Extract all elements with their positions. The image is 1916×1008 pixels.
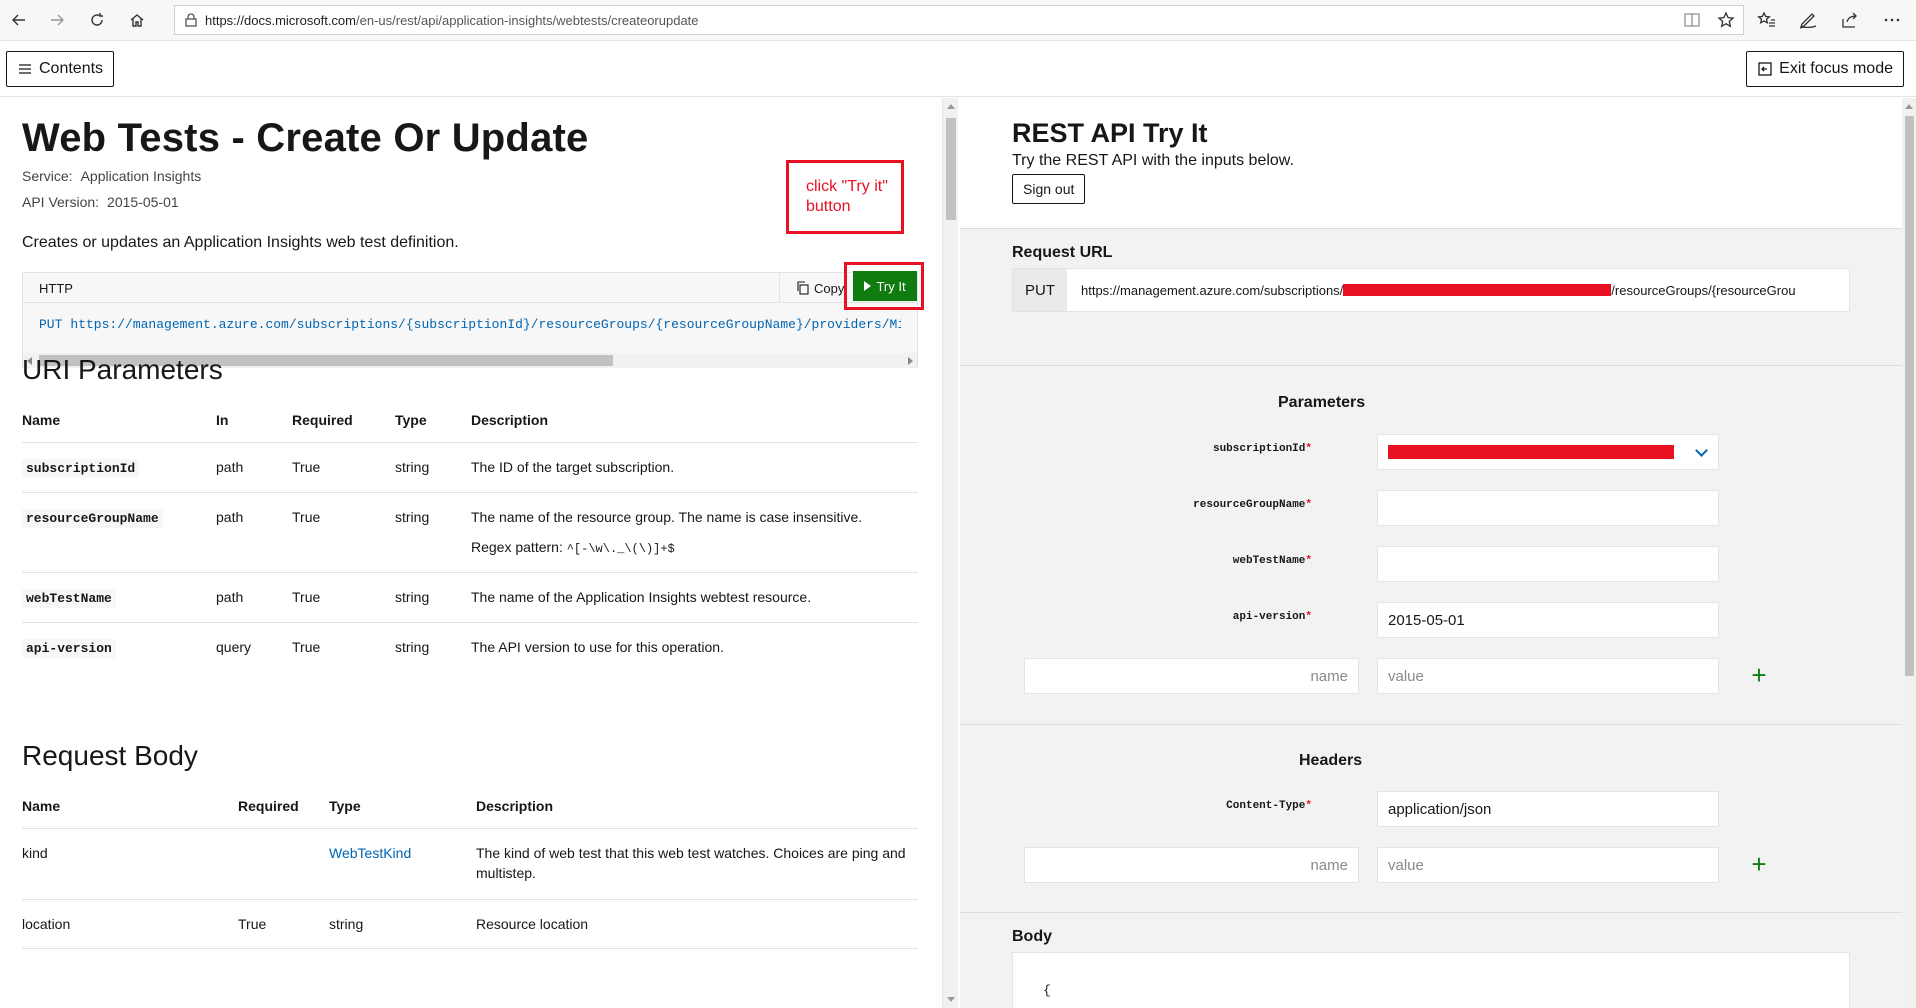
lock-icon	[185, 13, 197, 27]
uri-parameters-table: Name In Required Type Description subscr…	[22, 404, 918, 672]
table-row: kind WebTestKind The kind of web test th…	[22, 828, 918, 900]
add-header-icon[interactable]: +	[1750, 851, 1768, 877]
tryit-title: REST API Try It	[1012, 118, 1208, 148]
left-pane-scrollbar[interactable]	[942, 98, 958, 1008]
refresh-icon[interactable]	[82, 6, 112, 34]
parameters-label: Parameters	[1278, 394, 1366, 411]
url-text: https://docs.microsoft.com/en-us/rest/ap…	[205, 12, 699, 28]
contents-label: Contents	[39, 60, 104, 77]
right-pane-scrollbar[interactable]	[1902, 98, 1916, 1008]
add-parameter-icon[interactable]: +	[1750, 662, 1768, 688]
request-url-label: Request URL	[1012, 244, 1113, 261]
code-language: HTTP	[39, 281, 73, 296]
browser-toolbar: https://docs.microsoft.com/en-us/rest/ap…	[0, 0, 1916, 41]
resourcegroupname-input[interactable]	[1377, 490, 1719, 526]
api-version-input[interactable]: 2015-05-01	[1377, 602, 1719, 638]
table-row: subscriptionId path True string The ID o…	[22, 442, 918, 493]
favorites-list-icon[interactable]	[1756, 10, 1776, 30]
service-meta: Service: Application Insights	[22, 168, 202, 184]
header-value-input[interactable]: value	[1377, 847, 1719, 883]
home-icon[interactable]	[122, 6, 152, 34]
redacted-subscription-value	[1388, 445, 1674, 459]
request-url-field: PUT https://management.azure.com/subscri…	[1012, 268, 1850, 312]
exit-focus-icon	[1758, 62, 1772, 76]
content-type-input[interactable]: application/json	[1377, 791, 1719, 827]
favorite-star-icon[interactable]	[1717, 11, 1735, 29]
param-value-input[interactable]: value	[1377, 658, 1719, 694]
param-label-webtestname: webTestName*	[1232, 555, 1312, 567]
table-header-row: Name In Required Type Description	[22, 404, 918, 443]
table-row: webTestName path True string The name of…	[22, 572, 918, 623]
request-body-table: Name Required Type Description kind WebT…	[22, 790, 918, 949]
page-title: Web Tests - Create Or Update	[22, 116, 589, 160]
header-name-input[interactable]: name	[1024, 847, 1359, 883]
body-label: Body	[1012, 928, 1052, 945]
subscriptionid-select[interactable]	[1377, 434, 1719, 470]
chevron-down-icon	[1695, 444, 1708, 457]
annotation-callout: click "Try it" button	[786, 160, 904, 234]
http-verb-badge: PUT	[1013, 269, 1067, 311]
contents-button[interactable]: Contents	[6, 51, 115, 87]
header-label-content-type: Content-Type*	[1226, 800, 1312, 812]
share-icon[interactable]	[1840, 10, 1860, 30]
table-row: api-version query True string The API ve…	[22, 622, 918, 672]
param-label-api-version: api-version*	[1232, 611, 1312, 623]
back-icon[interactable]	[4, 6, 34, 34]
headers-label: Headers	[1299, 752, 1363, 769]
http-request-line: PUT https://management.azure.com/subscrip…	[39, 317, 901, 332]
tryit-pane: REST API Try It Try the REST API with th…	[960, 98, 1904, 1008]
param-label-resourcegroupname: resourceGroupName*	[1193, 499, 1312, 511]
tryit-header: REST API Try It Try the REST API with th…	[960, 98, 1904, 228]
request-body-heading: Request Body	[22, 740, 198, 771]
page-description: Creates or updates an Application Insigh…	[22, 234, 459, 251]
reading-view-icon[interactable]	[1683, 11, 1701, 29]
play-icon	[864, 281, 872, 291]
focus-bar: Contents Exit focus mode	[0, 41, 1916, 97]
hamburger-icon	[19, 64, 31, 74]
table-row: location True string Resource location	[22, 899, 918, 949]
address-bar[interactable]: https://docs.microsoft.com/en-us/rest/ap…	[174, 5, 1744, 35]
api-version-meta: API Version: 2015-05-01	[22, 194, 179, 210]
code-header: HTTP Copy	[23, 273, 917, 303]
more-icon[interactable]	[1882, 10, 1902, 30]
documentation-pane: Web Tests - Create Or Update Service: App…	[0, 98, 942, 1008]
param-label-subscriptionid: subscriptionId*	[1212, 443, 1312, 455]
exit-focus-mode-button[interactable]: Exit focus mode	[1746, 51, 1904, 87]
uri-parameters-heading: URI Parameters	[22, 354, 223, 385]
request-url-text: https://management.azure.com/subscriptio…	[1081, 282, 1796, 298]
try-it-button[interactable]: Try It	[853, 271, 917, 301]
body-editor[interactable]: {	[1012, 952, 1850, 1008]
param-name-input[interactable]: name	[1024, 658, 1359, 694]
regex-pattern: Regex pattern: ^[-\w\._\(\)]+$	[471, 538, 675, 556]
copy-icon	[797, 281, 809, 295]
table-header-row: Name Required Type Description	[22, 790, 918, 829]
pen-icon[interactable]	[1798, 10, 1818, 30]
webtestname-input[interactable]	[1377, 546, 1719, 582]
redacted-subscription	[1343, 284, 1612, 296]
tryit-subtitle: Try the REST API with the inputs below.	[1012, 152, 1294, 169]
table-row: resourceGroupName path True string The n…	[22, 492, 918, 573]
body-code: {	[1043, 983, 1051, 998]
sign-out-button[interactable]: Sign out	[1012, 174, 1086, 204]
webtestkind-link[interactable]: WebTestKind	[329, 845, 411, 861]
forward-icon[interactable]	[42, 6, 72, 34]
exit-focus-mode-label: Exit focus mode	[1779, 60, 1893, 77]
